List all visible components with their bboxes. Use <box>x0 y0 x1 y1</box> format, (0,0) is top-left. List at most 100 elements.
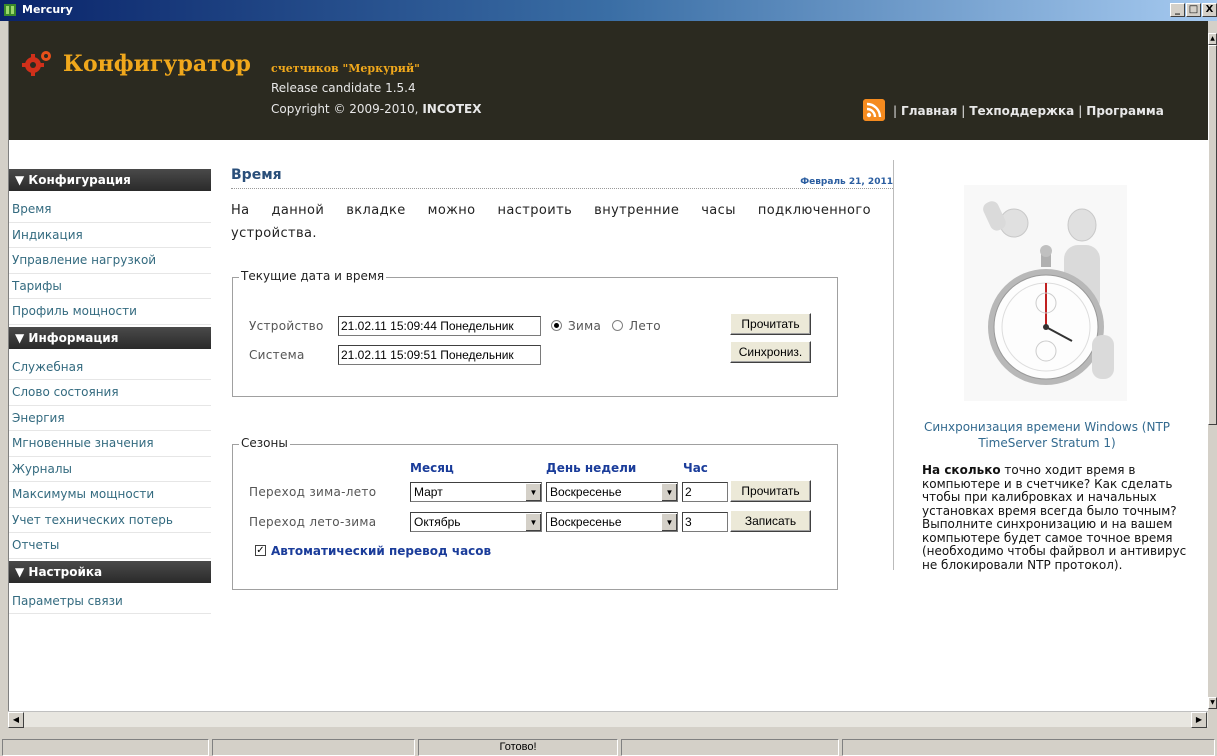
ntp-sync-link[interactable]: Синхронизация времени Windows (NTP TimeS… <box>917 419 1177 451</box>
status-text: Готово! <box>418 739 618 756</box>
winter-summer-weekday-select[interactable]: Воскресенье ▼ <box>546 482 678 502</box>
seasons-group: Сезоны Месяц День недели Час Переход зим… <box>232 436 838 590</box>
minimize-button[interactable]: _ <box>1170 3 1185 17</box>
scroll-up-icon[interactable]: ▲ <box>1208 33 1217 45</box>
write-seasons-button[interactable]: Записать <box>730 510 811 532</box>
sidebar: ▼ Конфигурация Время Индикация Управлени… <box>9 169 211 614</box>
summer-radio[interactable] <box>612 320 623 331</box>
column-divider <box>893 160 894 570</box>
summer-winter-label: Переход лето-зима <box>249 515 377 529</box>
scroll-right-icon[interactable]: ▶ <box>1191 712 1207 728</box>
window-controls: _ □ X <box>1170 3 1217 17</box>
status-panel-1 <box>2 739 209 756</box>
summer-label: Лето <box>629 319 661 333</box>
sidebar-item-status-word[interactable]: Слово состояния <box>9 380 211 406</box>
title-divider <box>231 188 893 189</box>
sidebar-section-config[interactable]: ▼ Конфигурация <box>9 169 211 191</box>
read-time-button[interactable]: Прочитать <box>730 313 811 335</box>
nav-separator: | <box>1078 104 1083 118</box>
system-time-field[interactable]: 21.02.11 15:09:51 Понедельник <box>338 345 541 365</box>
promo-body: точно ходит время в компьютере и в счетч… <box>922 463 1187 572</box>
status-bar: Готово! <box>0 737 1217 756</box>
winter-summer-month-value: Март <box>414 485 443 499</box>
page-date: Февраль 21, 2011 <box>800 177 893 187</box>
sidebar-item-energy[interactable]: Энергия <box>9 406 211 431</box>
browser-content: Конфигуратор счетчиков "Меркурий" Releas… <box>8 21 1208 711</box>
promo-bold: На сколько <box>922 463 1001 477</box>
sidebar-item-instant-values[interactable]: Мгновенные значения <box>9 431 211 457</box>
title-bar: Mercury _ □ X <box>0 0 1217 21</box>
sidebar-section-info[interactable]: ▼ Информация <box>9 326 211 349</box>
summer-winter-weekday-select[interactable]: Воскресенье ▼ <box>546 512 678 532</box>
system-label: Система <box>249 348 305 362</box>
sidebar-item-connection-params[interactable]: Параметры связи <box>9 589 211 614</box>
nav-program-link[interactable]: Программа <box>1086 104 1164 118</box>
month-column-header: Месяц <box>410 461 454 475</box>
promo-text: На сколько точно ходит время в компьютер… <box>922 463 1192 572</box>
hour-column-header: Час <box>683 461 708 475</box>
scroll-left-icon[interactable]: ◀ <box>8 712 24 728</box>
winter-radio[interactable] <box>551 320 562 331</box>
device-time-field[interactable]: 21.02.11 15:09:44 Понедельник <box>338 316 541 336</box>
gears-icon <box>22 51 51 76</box>
page-header: Конфигуратор счетчиков "Меркурий" Releas… <box>9 21 1208 140</box>
stopwatch-illustration <box>964 185 1127 401</box>
top-nav: | Главная | Техподдержка | Программа <box>889 104 1164 118</box>
rss-icon[interactable] <box>863 99 885 121</box>
sidebar-item-power-maximums[interactable]: Максимумы мощности <box>9 482 211 508</box>
sidebar-item-time[interactable]: Время <box>9 197 211 223</box>
sidebar-item-load-control[interactable]: Управление нагрузкой <box>9 248 211 274</box>
summer-winter-month-select[interactable]: Октябрь ▼ <box>410 512 542 532</box>
status-panel-2 <box>212 739 415 756</box>
sidebar-item-technical-losses[interactable]: Учет технических потерь <box>9 508 211 533</box>
chevron-down-icon[interactable]: ▼ <box>525 483 541 501</box>
winter-summer-month-select[interactable]: Март ▼ <box>410 482 542 502</box>
sync-button[interactable]: Синхрониз. <box>730 341 811 363</box>
status-panel-5 <box>842 739 1215 756</box>
app-subtitle: счетчиков "Меркурий" <box>271 62 420 75</box>
read-seasons-button[interactable]: Прочитать <box>730 480 811 502</box>
sidebar-item-service[interactable]: Служебная <box>9 355 211 380</box>
app-icon <box>4 4 16 16</box>
sidebar-item-tariffs[interactable]: Тарифы <box>9 274 211 299</box>
page-title: Время <box>231 167 282 183</box>
nav-support-link[interactable]: Техподдержка <box>969 104 1074 118</box>
summer-winter-weekday-value: Воскресенье <box>550 515 622 529</box>
auto-dst-label[interactable]: Автоматический перевод часов <box>271 544 491 558</box>
seasons-legend: Сезоны <box>239 436 290 450</box>
nav-separator: | <box>893 104 898 118</box>
status-panel-4 <box>621 739 839 756</box>
sidebar-item-reports[interactable]: Отчеты <box>9 533 211 559</box>
chevron-down-icon[interactable]: ▼ <box>525 513 541 531</box>
chevron-down-icon[interactable]: ▼ <box>661 483 677 501</box>
device-label: Устройство <box>249 319 324 333</box>
maximize-button[interactable]: □ <box>1186 3 1201 17</box>
copyright-text: Copyright © 2009-2010, <box>271 102 419 116</box>
sidebar-item-journals[interactable]: Журналы <box>9 457 211 482</box>
sidebar-section-settings[interactable]: ▼ Настройка <box>9 560 211 583</box>
copyright: Copyright © 2009-2010, INCOTEX <box>271 102 481 116</box>
winter-label: Зима <box>568 319 602 333</box>
sidebar-item-indication[interactable]: Индикация <box>9 223 211 248</box>
summer-winter-hour-input[interactable]: 3 <box>682 512 728 532</box>
summer-winter-month-value: Октябрь <box>414 515 461 529</box>
chevron-down-icon[interactable]: ▼ <box>661 513 677 531</box>
close-button[interactable]: X <box>1202 3 1217 17</box>
winter-summer-hour-input[interactable]: 2 <box>682 482 728 502</box>
sidebar-item-power-profile[interactable]: Профиль мощности <box>9 299 211 325</box>
datetime-group: Текущие дата и время Устройство 21.02.11… <box>232 269 838 397</box>
winter-summer-label: Переход зима-лето <box>249 485 377 499</box>
vertical-scroll-thumb[interactable] <box>1208 45 1217 425</box>
horizontal-scrollbar[interactable]: ◀ ▶ <box>8 711 1208 728</box>
winter-summer-weekday-value: Воскресенье <box>550 485 622 499</box>
intro-text: На данной вкладке можно настроить внутре… <box>231 203 871 241</box>
vertical-scrollbar[interactable]: ▲ ▼ <box>1208 21 1217 711</box>
scroll-down-icon[interactable]: ▼ <box>1208 697 1217 709</box>
app-title: Конфигуратор <box>63 51 251 77</box>
window-title: Mercury <box>22 3 73 16</box>
nav-home-link[interactable]: Главная <box>901 104 957 118</box>
auto-dst-checkbox[interactable]: ✓ <box>255 545 266 556</box>
release-info: Release candidate 1.5.4 <box>271 81 416 95</box>
copyright-company: INCOTEX <box>422 102 482 116</box>
nav-separator: | <box>961 104 966 118</box>
